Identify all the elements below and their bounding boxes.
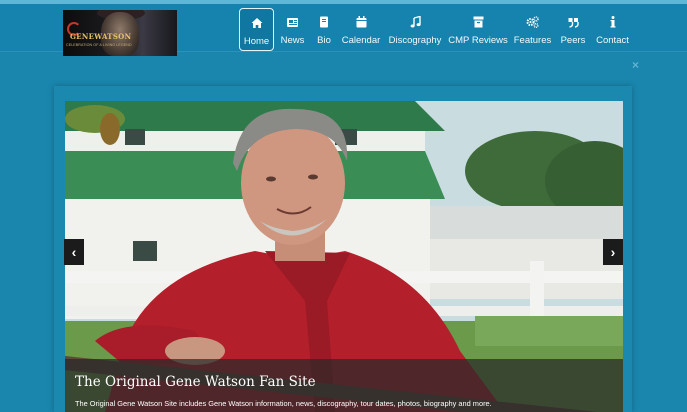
nav-item-home[interactable]: Home [239,8,274,51]
nav-item-features[interactable]: Features [514,8,551,51]
quote-icon [568,15,579,29]
nav-label-peers: Peers [560,35,586,46]
nav-item-contact[interactable]: Contact [596,8,629,51]
cogs-icon [526,15,539,29]
nav-item-discography[interactable]: Discography [389,8,441,51]
nav-item-bio[interactable]: Bio [313,8,335,51]
info-icon [610,15,616,29]
newspaper-icon [286,15,299,29]
nav-label-news: News [280,35,305,46]
nav-label-contact: Contact [596,35,629,46]
nav-item-cmp-reviews[interactable]: CMP Reviews [448,8,508,51]
music-note-icon [410,15,421,29]
nav-label-bio: Bio [317,35,331,46]
nav-label-features: Features [513,35,552,46]
nav-label-home: Home [243,36,270,47]
close-icon[interactable]: × [632,58,639,72]
nav-item-news[interactable]: News [279,8,306,51]
nav-label-calendar: Calendar [341,35,381,46]
nav-item-calendar[interactable]: Calendar [342,8,380,51]
home-icon [251,16,263,30]
nav-item-peers[interactable]: Peers [561,8,585,51]
carousel-prev-button[interactable]: ‹ [64,239,84,265]
main-nav: Home News Bio Calendar Discography CMP R… [0,6,687,54]
archive-icon [473,15,484,29]
caption-title: The Original Gene Watson Fan Site [75,374,316,390]
book-icon [319,15,329,29]
carousel-next-button[interactable]: › [603,239,623,265]
navbar: GENEWATSON CELEBRATION OF A LIVING LEGEN… [0,4,687,56]
caption-text: The Original Gene Watson Site includes G… [75,399,492,408]
carousel-caption: The Original Gene Watson Fan Site The Or… [65,359,623,412]
nav-label-cmp-reviews: CMP Reviews [448,35,508,46]
nav-label-discography: Discography [388,35,442,46]
calendar-icon [356,15,367,29]
